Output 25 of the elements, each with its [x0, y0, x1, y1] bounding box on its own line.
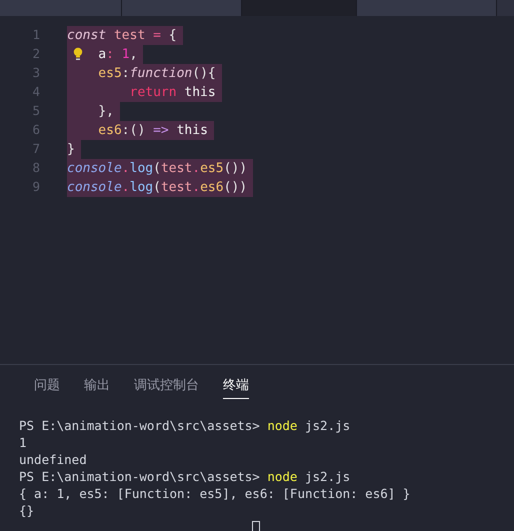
- terminal-line: PS E:\animation-word\src\assets> node js2.js: [19, 468, 352, 485]
- editor-tab[interactable]: [0, 0, 122, 16]
- panel-tab[interactable]: 问题: [34, 375, 60, 399]
- line-number: 9: [31, 178, 41, 196]
- line-number: 6: [31, 120, 41, 139]
- line-number: 5: [31, 102, 41, 120]
- editor-tab[interactable]: [122, 0, 242, 16]
- line-number: 7: [31, 140, 41, 158]
- editor-tab[interactable]: [242, 0, 357, 16]
- line-number: 8: [31, 158, 41, 177]
- editor-tab[interactable]: [357, 0, 497, 16]
- terminal-line: { a: 1, es5: [Function: es5], es6: [Function: es6] }: [19, 485, 412, 502]
- panel-tab[interactable]: 调试控制台: [134, 375, 199, 399]
- terminal-line: undefined: [19, 451, 88, 468]
- panel-tab[interactable]: 输出: [84, 375, 110, 399]
- terminal-cursor: [252, 521, 260, 531]
- panel-tab[interactable]: 终端: [223, 375, 249, 399]
- line-number: 1: [31, 26, 41, 44]
- lightbulb-icon[interactable]: [73, 46, 83, 61]
- line-number: 4: [31, 82, 41, 101]
- terminal-line: {}: [19, 502, 36, 519]
- line-number: 2: [31, 44, 41, 63]
- terminal-line: PS E:\animation-word\src\assets> node js2.js: [19, 417, 352, 434]
- line-number: 3: [31, 64, 41, 82]
- terminal-line: 1: [19, 434, 28, 451]
